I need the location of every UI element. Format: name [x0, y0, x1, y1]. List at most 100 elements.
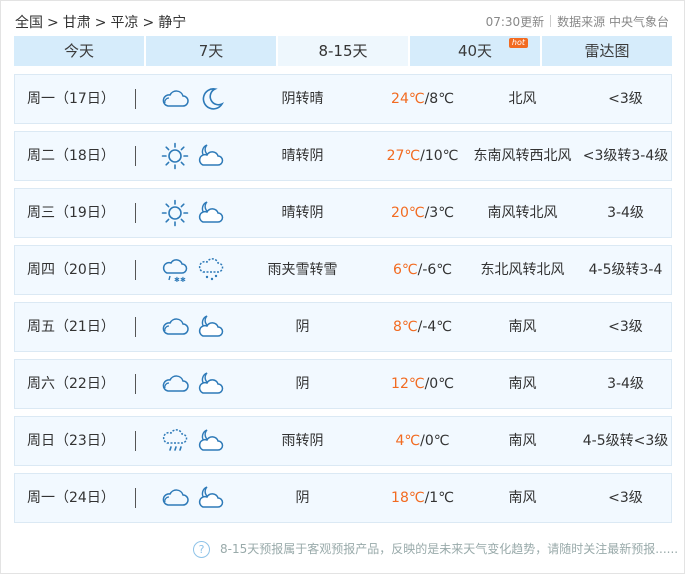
row-divider — [135, 203, 136, 223]
wind-level: 4-5级转3-4 — [588, 262, 663, 278]
day-label: 周日（23日） — [27, 433, 115, 449]
update-meta: 07:30更新 数据来源 中央气象台 — [486, 13, 669, 30]
cloudy-night-icon — [196, 369, 226, 399]
wind-level: <3级 — [608, 91, 643, 107]
forecast-row: 周五（21日） 阴 8℃/-4℃ 南风 <3级 — [14, 302, 672, 352]
breadcrumb-separator: > — [94, 15, 107, 31]
day-label: 周二（18日） — [27, 148, 115, 164]
footer-text: 8-15天预报属于客观预报产品，反映的是未来天气变化趋势，请随时关注最新预报..… — [220, 542, 679, 556]
weather-icons — [160, 303, 240, 351]
tab-3[interactable]: 40天 hot — [410, 36, 542, 66]
wind-level: <3级 — [608, 490, 643, 506]
day-label: 周六（22日） — [27, 376, 115, 392]
snow-icon — [196, 255, 226, 285]
temp-low: /0℃ — [420, 433, 450, 449]
update-time: 07:30更新 — [485, 15, 545, 29]
day-label: 周一（17日） — [27, 91, 115, 107]
forecast-row: 周四（20日） ✱ ✱ 雨夹雪转雪 6℃/-6℃ 东北风转北风 4-5级转3-4 — [14, 245, 672, 295]
cloud-icon — [160, 84, 190, 114]
weather-desc: 雨转阴 — [281, 433, 324, 449]
wind-direction: 东南风转西北风 — [473, 148, 572, 164]
temp-low: /1℃ — [424, 490, 454, 506]
sleet-icon: ✱ ✱ — [160, 255, 190, 285]
breadcrumb: 全国 > 甘肃 > 平凉 > 静宁 — [15, 12, 186, 32]
weather-desc: 晴转阴 — [281, 205, 324, 221]
moon-icon — [196, 84, 226, 114]
tab-0[interactable]: 今天 — [14, 36, 146, 66]
temperature: 8℃/-4℃ — [365, 303, 480, 351]
cloud-icon — [160, 483, 190, 513]
wind-direction: 南风转北风 — [487, 205, 558, 221]
svg-text:✱: ✱ — [180, 276, 186, 284]
row-divider — [135, 260, 136, 280]
temp-high: 8℃ — [392, 319, 418, 335]
temperature: 12℃/0℃ — [365, 360, 480, 408]
cloudy-night-icon — [196, 426, 226, 456]
temp-low: /8℃ — [424, 91, 454, 107]
day-label: 周五（21日） — [27, 319, 115, 335]
wind-direction: 东北风转北风 — [480, 262, 565, 278]
breadcrumb-province[interactable]: 甘肃 — [63, 15, 91, 31]
weather-icons — [160, 75, 240, 123]
rain-icon — [160, 426, 190, 456]
row-divider — [135, 146, 136, 166]
weather-desc: 阴转晴 — [281, 91, 324, 107]
help-icon[interactable]: ? — [193, 541, 210, 558]
wind-level: 3-4级 — [607, 205, 644, 221]
weather-desc: 阴 — [295, 490, 310, 506]
temp-high: 18℃ — [391, 490, 425, 506]
wind-level: 3-4级 — [607, 376, 644, 392]
forecast-row: 周一（24日） 阴 18℃/1℃ 南风 <3级 — [14, 473, 672, 523]
forecast-row: 周二（18日） 晴转阴 27℃/10℃ 东南风转西北风 <3级转3-4级 — [14, 131, 672, 181]
weather-icons — [160, 417, 240, 465]
temp-high: 20℃ — [391, 205, 425, 221]
tab-label: 雷达图 — [584, 42, 630, 60]
breadcrumb-city[interactable]: 平凉 — [110, 15, 138, 31]
forecast-row: 周六（22日） 阴 12℃/0℃ 南风 3-4级 — [14, 359, 672, 409]
hot-badge: hot — [508, 38, 528, 48]
cloudy-night-icon — [196, 312, 226, 342]
row-divider — [135, 431, 136, 451]
wind-direction: 南风 — [508, 433, 537, 449]
cloudy-night-icon — [196, 141, 226, 171]
wind-level: <3级转3-4级 — [582, 148, 669, 164]
breadcrumb-county: 静宁 — [158, 15, 187, 31]
sun-icon — [160, 141, 190, 171]
wind-direction: 北风 — [508, 91, 537, 107]
tab-label: 40天 — [457, 42, 493, 60]
row-divider — [135, 317, 136, 337]
temperature: 27℃/10℃ — [365, 132, 480, 180]
weather-icons: ✱ ✱ — [160, 246, 240, 294]
meta-divider — [550, 15, 552, 27]
wind-direction: 南风 — [508, 376, 537, 392]
temp-low: /0℃ — [424, 376, 454, 392]
tab-label: 今天 — [63, 42, 94, 60]
tab-4[interactable]: 雷达图 — [542, 36, 672, 66]
temp-high: 27℃ — [386, 148, 421, 164]
wind-level: <3级 — [608, 319, 643, 335]
breadcrumb-separator: > — [142, 15, 155, 31]
footer-note: ? 8-15天预报属于客观预报产品，反映的是未来天气变化趋势，请随时关注最新预报.… — [193, 540, 678, 558]
tab-1[interactable]: 7天 — [146, 36, 278, 66]
cloudy-night-icon — [196, 198, 226, 228]
weather-icons — [160, 189, 240, 237]
wind-direction: 南风 — [508, 319, 537, 335]
weather-icons — [160, 132, 240, 180]
sun-icon — [160, 198, 190, 228]
breadcrumb-national[interactable]: 全国 — [15, 15, 43, 31]
temperature: 18℃/1℃ — [365, 474, 480, 522]
temperature: 6℃/-6℃ — [365, 246, 480, 294]
tab-2[interactable]: 8-15天 — [278, 36, 410, 66]
forecast-row: 周一（17日） 阴转晴 24℃/8℃ 北风 <3级 — [14, 74, 672, 124]
weather-icons — [160, 360, 240, 408]
forecast-row: 周日（23日） 雨转阴 4℃/0℃ 南风 4-5级转<3级 — [14, 416, 672, 466]
temp-high: 24℃ — [391, 91, 425, 107]
wind-level: 4-5级转<3级 — [582, 433, 669, 449]
day-label: 周一（24日） — [27, 490, 115, 506]
breadcrumb-separator: > — [47, 15, 59, 31]
temp-low: /10℃ — [420, 148, 459, 164]
tab-label: 8-15天 — [318, 42, 368, 60]
cloud-icon — [160, 369, 190, 399]
weather-desc: 阴 — [295, 319, 310, 335]
temperature: 20℃/3℃ — [365, 189, 480, 237]
